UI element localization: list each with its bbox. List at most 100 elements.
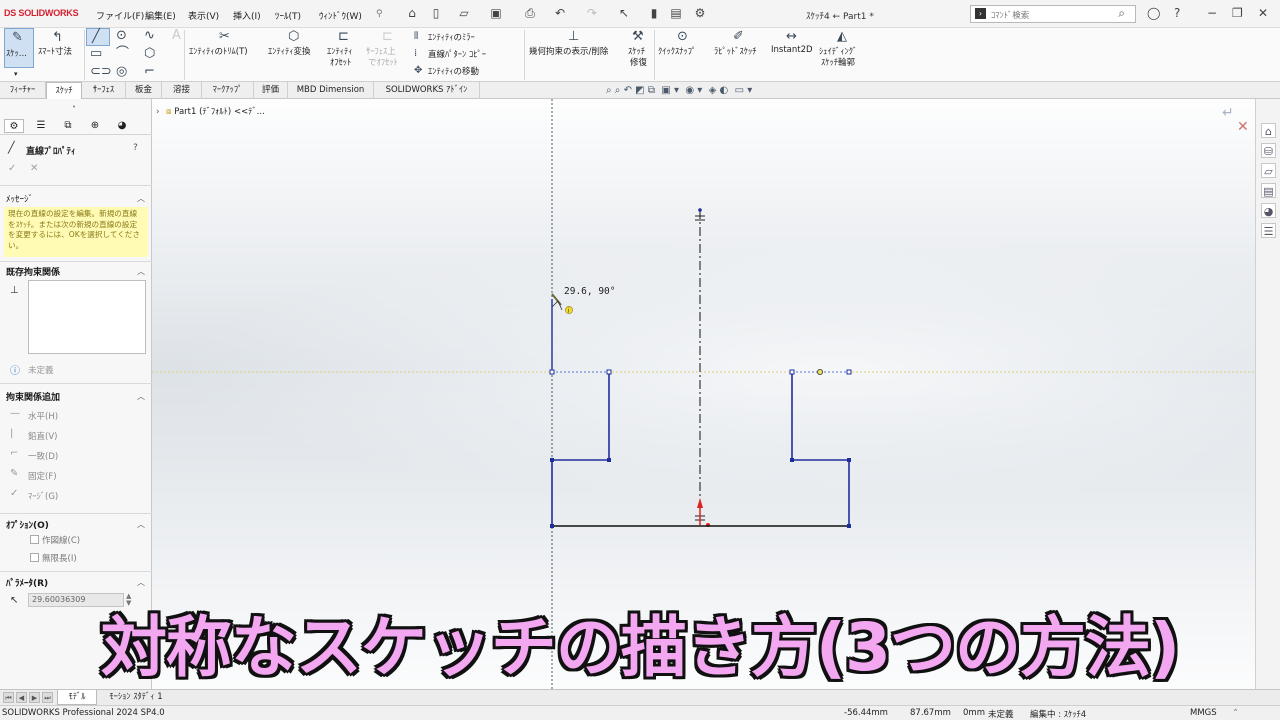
- sketch-vertex[interactable]: [549, 369, 555, 375]
- move-entities-button[interactable]: ｴﾝﾃｨﾃｨの移動: [428, 65, 479, 77]
- monitor-icon[interactable]: ▭: [735, 85, 744, 96]
- hide-show-icon[interactable]: ◉: [685, 85, 694, 96]
- display-delete-relations-button[interactable]: 幾何拘束の表示/削除: [529, 45, 608, 57]
- search-icon[interactable]: ⌕: [1118, 6, 1125, 21]
- view-orientation-icon[interactable]: ▣: [661, 85, 670, 96]
- chevron-up-icon[interactable]: ︿: [137, 266, 145, 277]
- help-icon[interactable]: ?: [133, 143, 138, 153]
- sketch-vertex[interactable]: [550, 524, 554, 528]
- sketch-vertex[interactable]: [789, 369, 795, 375]
- help-icon[interactable]: ?: [1174, 6, 1180, 20]
- tab-sketch[interactable]: ｽｹｯﾁ: [46, 82, 82, 99]
- new-document-icon[interactable]: ▯: [429, 6, 443, 20]
- sketch-vertex[interactable]: [606, 369, 612, 375]
- sketch-dropdown-icon[interactable]: ▾: [14, 70, 18, 78]
- chevron-up-icon[interactable]: ︿: [137, 577, 145, 588]
- rectangle-icon[interactable]: ▭: [90, 47, 102, 61]
- sketch-vertex[interactable]: [550, 458, 554, 462]
- tab-evaluate[interactable]: 評価: [254, 82, 288, 99]
- file-properties-icon[interactable]: ▤: [669, 6, 683, 20]
- offset-entities-label-2[interactable]: ｵﾌｾｯﾄ: [330, 56, 351, 68]
- display-style-icon[interactable]: ▾: [674, 85, 679, 96]
- quick-snaps-icon[interactable]: ⊙: [677, 30, 688, 44]
- tab-mbd-dimension[interactable]: MBD Dimension: [288, 82, 374, 99]
- appearance-icon[interactable]: ▾: [697, 85, 702, 96]
- exit-sketch-icon[interactable]: ✕: [1237, 119, 1249, 135]
- existing-relations-list[interactable]: [28, 280, 146, 354]
- sketch-vertex[interactable]: [847, 524, 851, 528]
- offset-entities-icon[interactable]: ⊏: [338, 30, 349, 44]
- message-header[interactable]: ﾒｯｾｰｼﾞ: [6, 192, 33, 205]
- convert-entities-button[interactable]: ｴﾝﾃｨﾃｨ変換: [268, 45, 311, 57]
- repair-sketch-icon[interactable]: ⚒: [632, 30, 644, 44]
- view-settings-icon[interactable]: ◐: [720, 85, 729, 96]
- sketch-vertex[interactable]: [607, 458, 611, 462]
- mirror-icon[interactable]: ⫴: [414, 30, 418, 44]
- chevron-up-icon[interactable]: ︿: [137, 391, 145, 402]
- text-tool-icon[interactable]: A: [172, 29, 181, 43]
- file-explorer-icon[interactable]: ▱: [1261, 163, 1276, 178]
- home-icon[interactable]: ⌂: [1261, 123, 1276, 138]
- menu-view[interactable]: 表示(V): [188, 9, 219, 22]
- tab-markup[interactable]: ﾏｰｸｱｯﾌﾟ: [202, 82, 254, 99]
- unit-system[interactable]: MMGS: [1190, 708, 1217, 718]
- mirror-entities-button[interactable]: ｴﾝﾃｨﾃｨのﾐﾗｰ: [428, 31, 475, 43]
- surface-offset-label-2[interactable]: でｵﾌｾｯﾄ: [368, 56, 398, 68]
- smart-dimension-button[interactable]: ｽﾏｰﾄ寸法: [38, 45, 72, 57]
- chevron-up-icon[interactable]: ︿: [137, 193, 145, 204]
- polygon-icon[interactable]: ⬡: [144, 47, 155, 61]
- relation-horizontal[interactable]: — 水平(H): [0, 407, 152, 425]
- sketch-vertex[interactable]: [847, 458, 851, 462]
- feature-manager-tab-icon[interactable]: ⚙: [4, 119, 24, 133]
- redo-icon[interactable]: ↷: [585, 6, 599, 20]
- sketch-right-profile[interactable]: [791, 372, 850, 526]
- add-relations-header[interactable]: 拘束関係追加: [6, 390, 60, 403]
- arc-icon[interactable]: ⌒: [116, 47, 129, 61]
- instant2d-icon[interactable]: ↔: [786, 30, 797, 44]
- convert-entities-icon[interactable]: ⬡: [288, 30, 299, 44]
- relation-fix[interactable]: ✎ 固定(F): [0, 467, 152, 485]
- close-icon[interactable]: ✕: [1258, 6, 1268, 20]
- more-icon[interactable]: ▾: [747, 85, 752, 96]
- shaded-sketch-label-2[interactable]: ｽｹｯﾁ輪郭: [821, 56, 855, 68]
- section-view-icon[interactable]: ◩: [635, 85, 644, 96]
- command-search-input[interactable]: › ｺﾏﾝﾄﾞ検索 ⌕: [970, 5, 1136, 23]
- relation-merge[interactable]: ✓ ﾏｰｼﾞ(G): [0, 487, 152, 505]
- panel-collapse-handle[interactable]: •: [72, 103, 76, 111]
- custom-properties-icon[interactable]: ☰: [1261, 223, 1276, 238]
- menu-tools[interactable]: ﾂｰﾙ(T): [275, 9, 301, 22]
- dimxpert-tab-icon[interactable]: ⊕: [85, 119, 105, 133]
- save-icon[interactable]: ▣: [489, 6, 503, 20]
- previous-view-icon[interactable]: ↶: [624, 85, 632, 96]
- spline-icon[interactable]: ∿: [144, 29, 155, 43]
- confirmation-corner-icon[interactable]: ↵: [1222, 105, 1234, 121]
- select-arrow-icon[interactable]: ↖: [617, 6, 631, 20]
- fillet-icon[interactable]: ⌐: [144, 65, 155, 79]
- zoom-area-icon[interactable]: ⌕: [615, 85, 621, 96]
- open-folder-icon[interactable]: ▱: [457, 6, 471, 20]
- menu-window[interactable]: ｳｨﾝﾄﾞｳ(W): [319, 9, 362, 22]
- move-entities-icon[interactable]: ✥: [414, 64, 422, 78]
- sketch-button[interactable]: ✎ ｽｹｯ...: [4, 28, 34, 68]
- chevron-up-icon[interactable]: ︿: [137, 519, 145, 530]
- linear-pattern-icon[interactable]: ⁞: [414, 47, 417, 61]
- trim-icon[interactable]: ✂: [219, 30, 230, 44]
- graphics-area[interactable]: › ⧈ Part1 (ﾃﾞﾌｫﾙﾄ) <<ﾃﾞ... i 29.6, 90° ↵…: [152, 99, 1255, 689]
- undo-icon[interactable]: ↶: [553, 6, 567, 20]
- cancel-button[interactable]: ✕: [30, 163, 38, 174]
- view-palette-icon[interactable]: ▤: [1261, 183, 1276, 198]
- zoom-to-fit-icon[interactable]: ⌕: [606, 85, 612, 96]
- centerline-endpoint[interactable]: [698, 208, 702, 212]
- relations-icon[interactable]: ⊥: [568, 30, 579, 44]
- configuration-manager-tab-icon[interactable]: ⧉: [58, 119, 78, 133]
- dynamic-annotation-icon[interactable]: ⧉: [648, 85, 655, 96]
- sketch-left-profile[interactable]: [551, 372, 610, 526]
- ok-button[interactable]: ✓: [8, 163, 16, 174]
- repair-sketch-label-2[interactable]: 修復: [630, 56, 647, 68]
- shaded-sketch-icon[interactable]: ◭: [837, 30, 847, 44]
- print-icon[interactable]: ⎙: [523, 6, 537, 20]
- tab-sheet-metal[interactable]: 板金: [126, 82, 162, 99]
- existing-relations-header[interactable]: 既存拘束関係: [6, 265, 60, 278]
- menu-file[interactable]: ファイル(F): [96, 9, 144, 22]
- construction-checkbox[interactable]: [30, 535, 39, 544]
